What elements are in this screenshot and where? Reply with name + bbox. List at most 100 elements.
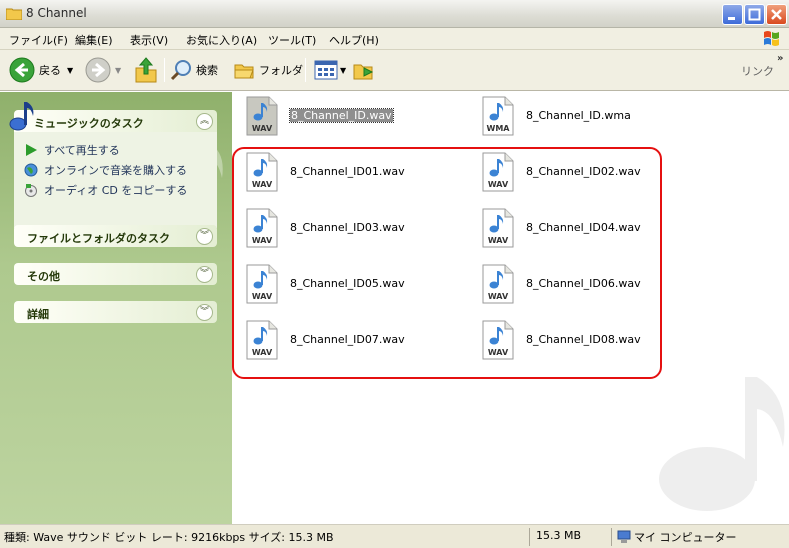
file-name: 8_Channel_ID05.wav [290,277,405,290]
file-type-label: WAV [252,348,273,357]
file-item[interactable]: WAV 8_Channel_ID07.wav [246,320,466,360]
details-title: 詳細 [27,308,49,321]
menu-bar: ファイル(F) 編集(E) 表示(V) お気に入り(A) ツール(T) ヘルプ(… [0,28,789,50]
maximize-icon [748,8,761,21]
folders-label: フォルダ [259,64,303,77]
file-type-label: WAV [252,124,273,133]
file-item[interactable]: WAV 8_Channel_ID03.wav [246,208,466,248]
menu-tools[interactable]: ツール(T) [268,32,316,48]
file-name: 8_Channel_ID04.wav [526,221,641,234]
minimize-button[interactable] [722,4,743,25]
collapse-icon[interactable]: ︽ [196,113,213,130]
folders-button[interactable]: フォルダ [233,59,303,81]
file-item[interactable]: WAV 8_Channel_ID08.wav [482,320,702,360]
file-name: 8_Channel_ID02.wav [526,165,641,178]
task-buy-music-online-label: オンラインで音楽を購入する [44,164,187,177]
file-type-label: WAV [252,236,273,245]
status-location: マイ コンピューター [634,531,737,544]
forward-button[interactable]: ▼ [85,57,121,83]
file-item[interactable]: WMA 8_Channel_ID.wma [482,96,702,136]
audio-file-icon: WAV [246,264,278,304]
forward-arrow-icon [85,57,111,83]
file-type-label: WAV [252,292,273,301]
menu-view[interactable]: 表示(V) [130,32,168,48]
up-folder-button[interactable] [134,56,158,84]
play-icon [26,144,37,156]
sync-button[interactable] [352,59,376,81]
music-tasks-title: ミュージックのタスク [34,117,144,130]
menu-file[interactable]: ファイル(F) [9,32,68,48]
file-type-label: WAV [488,236,509,245]
maximize-button[interactable] [744,4,765,25]
file-item[interactable]: WAV 8_Channel_ID.wav [246,96,466,136]
other-places-header[interactable]: その他 ︾ [14,263,217,285]
menu-help[interactable]: ヘルプ(H) [329,32,379,48]
file-name: 8_Channel_ID03.wav [290,221,405,234]
music-note-watermark-icon [659,377,785,511]
file-type-label: WAV [488,292,509,301]
file-name: 8_Channel_ID.wav [289,108,394,123]
back-arrow-icon [9,57,35,83]
close-icon [771,9,782,20]
links-chevron-icon[interactable]: » [777,53,783,64]
music-tasks-header[interactable]: ミュージックのタスク ︽ [9,102,217,132]
expand-icon[interactable]: ︾ [196,228,213,245]
audio-file-icon: WAV [482,152,514,192]
file-item[interactable]: WAV 8_Channel_ID02.wav [482,152,702,192]
views-dropdown-icon[interactable]: ▼ [340,66,346,75]
file-name: 8_Channel_ID06.wav [526,277,641,290]
details-header[interactable]: 詳細 ︾ [14,301,217,323]
file-item[interactable]: WAV 8_Channel_ID05.wav [246,264,466,304]
file-folder-tasks-header[interactable]: ファイルとフォルダのタスク ︾ [14,225,217,247]
file-type-label: WAV [252,180,273,189]
windows-logo-icon [764,31,779,46]
up-folder-icon [135,57,157,83]
file-folder-tasks-title: ファイルとフォルダのタスク [27,232,170,245]
views-button[interactable]: ▼ [314,60,346,80]
other-places-panel: その他 ︾ [14,263,217,285]
folder-icon [6,8,22,20]
file-name: 8_Channel_ID07.wav [290,333,405,346]
back-button[interactable]: 戻る ▼ [9,57,73,83]
my-computer-icon [617,530,631,543]
status-size: 15.3 MB [536,529,582,542]
search-icon [170,60,191,81]
folders-icon [234,64,254,79]
minimize-icon [728,17,735,20]
music-tasks-panel: ミュージックのタスク ︽ すべて再生する オンラインで音楽を購入する オーディオ… [9,102,217,228]
file-item[interactable]: WAV 8_Channel_ID01.wav [246,152,466,192]
music-tasks-body: すべて再生する オンラインで音楽を購入する オーディオ CD をコピーする [14,132,217,228]
file-type-label: WAV [488,180,509,189]
file-item[interactable]: WAV 8_Channel_ID04.wav [482,208,702,248]
task-buy-music-online[interactable]: オンラインで音楽を購入する [24,162,187,178]
expand-icon[interactable]: ︾ [196,266,213,283]
forward-dropdown-icon[interactable]: ▼ [115,66,121,75]
status-bar: 種類: Wave サウンド ビット レート: 9216kbps サイズ: 15.… [0,524,789,548]
views-icon [314,60,338,80]
file-type-label: WMA [487,124,511,133]
task-play-all[interactable]: すべて再生する [24,142,120,158]
cd-copy-icon [25,184,37,197]
back-label: 戻る [39,64,61,77]
other-places-title: その他 [27,270,60,283]
file-folder-tasks-panel: ファイルとフォルダのタスク ︾ [14,225,217,247]
search-button[interactable]: 検索 [170,59,218,81]
file-view[interactable]: WAV 8_Channel_ID.wav WMA 8_Channel_ID.wma WA… [232,92,789,524]
links-label[interactable]: リンク [741,63,774,79]
music-note-icon [9,102,34,131]
title-bar[interactable]: 8 Channel [0,0,789,28]
audio-file-icon: WAV [246,96,278,136]
close-button[interactable] [766,4,787,25]
expand-icon[interactable]: ︾ [196,304,213,321]
audio-file-icon: WAV [246,320,278,360]
menu-edit[interactable]: 編集(E) [75,32,113,48]
task-copy-audio-cd[interactable]: オーディオ CD をコピーする [24,182,187,198]
file-name: 8_Channel_ID.wma [526,109,631,122]
file-item[interactable]: WAV 8_Channel_ID06.wav [482,264,702,304]
globe-icon [24,163,38,177]
audio-file-icon: WAV [482,208,514,248]
menu-favorites[interactable]: お気に入り(A) [186,32,257,48]
file-name: 8_Channel_ID08.wav [526,333,641,346]
back-dropdown-icon[interactable]: ▼ [67,66,73,75]
audio-file-icon: WAV [482,264,514,304]
